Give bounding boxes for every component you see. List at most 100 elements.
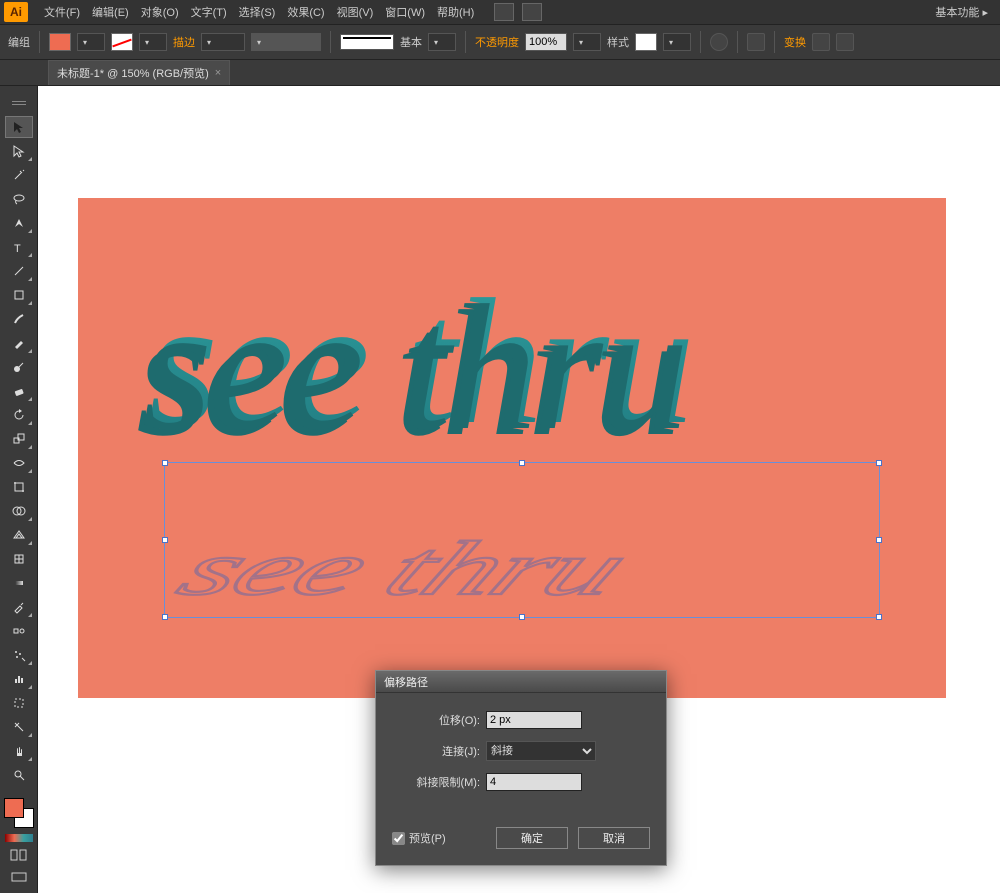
miter-label: 斜接限制(M):	[392, 774, 480, 790]
gradient-tool[interactable]	[5, 572, 33, 594]
cancel-button[interactable]: 取消	[578, 827, 650, 849]
opacity-dropdown[interactable]	[573, 33, 601, 51]
join-select[interactable]: 斜接	[486, 741, 596, 761]
handle-mt[interactable]	[519, 460, 525, 466]
document-tab-title: 未标题-1* @ 150% (RGB/预览)	[57, 65, 209, 81]
menubar: Ai 文件(F) 编辑(E) 对象(O) 文字(T) 选择(S) 效果(C) 视…	[0, 0, 1000, 24]
clip-icon[interactable]	[836, 33, 854, 51]
brush-preview[interactable]	[340, 34, 394, 50]
menu-effect[interactable]: 效果(C)	[281, 4, 330, 20]
fill-dropdown[interactable]	[77, 33, 105, 51]
paintbrush-tool[interactable]	[5, 308, 33, 330]
brush-dropdown[interactable]	[428, 33, 456, 51]
offset-label: 位移(O):	[392, 712, 480, 728]
slice-tool[interactable]	[5, 716, 33, 738]
selection-type-label: 编组	[8, 34, 30, 50]
eyedropper-tool[interactable]	[5, 596, 33, 618]
menu-window[interactable]: 窗口(W)	[379, 4, 431, 20]
svg-text:T: T	[14, 243, 21, 254]
menu-view[interactable]: 视图(V)	[331, 4, 380, 20]
selection-bounds[interactable]	[164, 462, 880, 618]
line-tool[interactable]	[5, 260, 33, 282]
layout-icon[interactable]	[494, 3, 514, 21]
free-transform-tool[interactable]	[5, 476, 33, 498]
join-label: 连接(J):	[392, 743, 480, 759]
dialog-titlebar[interactable]: 偏移路径	[376, 671, 666, 693]
stroke-weight-combo[interactable]	[201, 33, 245, 51]
menu-select[interactable]: 选择(S)	[233, 4, 282, 20]
shape-builder-tool[interactable]	[5, 500, 33, 522]
workspace-switcher[interactable]: 基本功能 ▸	[927, 2, 996, 22]
opacity-label[interactable]: 不透明度	[475, 34, 519, 50]
isolate-icon[interactable]	[812, 33, 830, 51]
handle-tr[interactable]	[876, 460, 882, 466]
handle-mb[interactable]	[519, 614, 525, 620]
menu-help[interactable]: 帮助(H)	[431, 4, 480, 20]
mesh-tool[interactable]	[5, 548, 33, 570]
direct-selection-tool[interactable]	[5, 140, 33, 162]
style-label: 样式	[607, 34, 629, 50]
blob-brush-tool[interactable]	[5, 356, 33, 378]
width-tool[interactable]	[5, 452, 33, 474]
preview-checkbox[interactable]	[392, 832, 405, 845]
rectangle-tool[interactable]	[5, 284, 33, 306]
handle-ml[interactable]	[162, 537, 168, 543]
profile-combo[interactable]	[251, 33, 321, 51]
ok-button[interactable]: 确定	[496, 827, 568, 849]
fill-proxy[interactable]	[4, 798, 24, 818]
offset-input[interactable]	[486, 711, 582, 729]
eraser-tool[interactable]	[5, 380, 33, 402]
stroke-swatch-dropdown[interactable]	[139, 33, 167, 51]
recolor-icon[interactable]	[710, 33, 728, 51]
handle-mr[interactable]	[876, 537, 882, 543]
app-logo-text: Ai	[10, 5, 22, 19]
scale-tool[interactable]	[5, 428, 33, 450]
preview-checkbox-wrap[interactable]: 预览(P)	[392, 830, 446, 846]
artboard: see thru see thru	[78, 198, 946, 698]
color-mode-strip[interactable]	[5, 834, 33, 842]
menu-type[interactable]: 文字(T)	[185, 4, 233, 20]
menu-file[interactable]: 文件(F)	[38, 4, 86, 20]
menu-object[interactable]: 对象(O)	[135, 4, 185, 20]
hand-tool[interactable]	[5, 740, 33, 762]
stroke-swatch[interactable]	[111, 33, 133, 51]
document-tabbar: 未标题-1* @ 150% (RGB/预览) ×	[0, 60, 1000, 86]
handle-tl[interactable]	[162, 460, 168, 466]
artboard-tool[interactable]	[5, 692, 33, 714]
document-tab[interactable]: 未标题-1* @ 150% (RGB/预览) ×	[48, 60, 230, 85]
options-bar: 编组 描边 基本 不透明度 100% 样式 变换	[0, 24, 1000, 60]
handle-br[interactable]	[876, 614, 882, 620]
align-icon[interactable]	[747, 33, 765, 51]
selection-tool[interactable]	[5, 116, 33, 138]
arrange-icon[interactable]	[522, 3, 542, 21]
stroke-label[interactable]: 描边	[173, 34, 195, 50]
rotate-tool[interactable]	[5, 404, 33, 426]
pencil-tool[interactable]	[5, 332, 33, 354]
artwork-3d-text: see thru	[148, 258, 691, 465]
offset-path-dialog: 偏移路径 位移(O): 连接(J): 斜接 斜接限制(M): 预览(P) 确定 …	[375, 670, 667, 866]
symbol-sprayer-tool[interactable]	[5, 644, 33, 666]
opacity-value[interactable]: 100%	[525, 33, 567, 51]
style-dropdown[interactable]	[663, 33, 691, 51]
lasso-tool[interactable]	[5, 188, 33, 210]
toolbox-grip[interactable]	[5, 92, 33, 114]
close-icon[interactable]: ×	[215, 67, 221, 79]
magic-wand-tool[interactable]	[5, 164, 33, 186]
fill-swatch[interactable]	[49, 33, 71, 51]
style-swatch[interactable]	[635, 33, 657, 51]
menu-edit[interactable]: 编辑(E)	[86, 4, 135, 20]
miter-input[interactable]	[486, 773, 582, 791]
blend-tool[interactable]	[5, 620, 33, 642]
type-tool[interactable]: T	[5, 236, 33, 258]
preview-label: 预览(P)	[409, 830, 446, 846]
app-logo: Ai	[4, 2, 28, 22]
zoom-tool[interactable]	[5, 764, 33, 786]
pen-tool[interactable]	[5, 212, 33, 234]
transform-label[interactable]: 变换	[784, 34, 806, 50]
handle-bl[interactable]	[162, 614, 168, 620]
screen-mode[interactable]	[5, 868, 33, 886]
graph-tool[interactable]	[5, 668, 33, 690]
draw-mode[interactable]	[5, 846, 33, 864]
perspective-tool[interactable]	[5, 524, 33, 546]
fill-stroke-proxy[interactable]	[4, 798, 34, 828]
